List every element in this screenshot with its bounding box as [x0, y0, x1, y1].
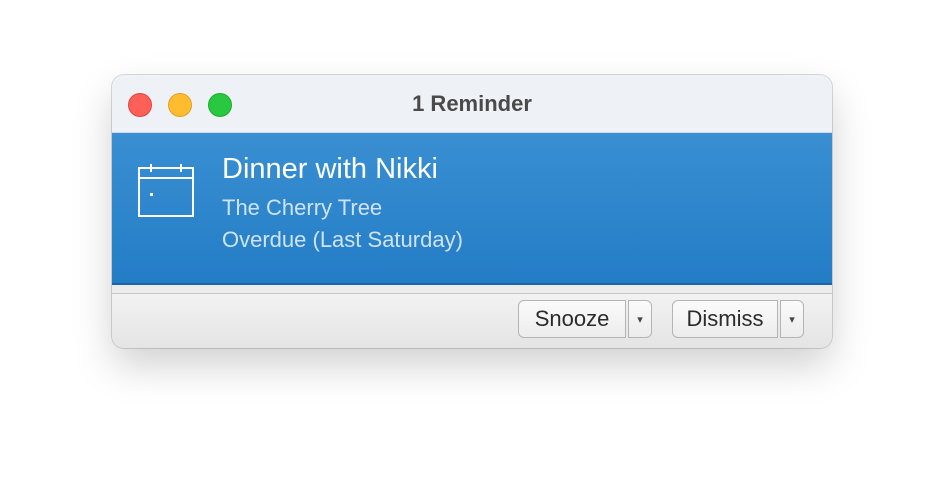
reminder-title: Dinner with Nikki — [222, 153, 438, 185]
dismiss-button-group: Dismiss ▾ — [672, 300, 804, 338]
snooze-button[interactable]: Snooze — [518, 300, 626, 338]
window-title: 1 Reminder — [412, 91, 532, 116]
calendar-icon — [138, 164, 194, 217]
reminder-location: The Cherry Tree — [222, 195, 383, 220]
title-bar[interactable]: 1 Reminder — [112, 75, 832, 133]
dismiss-dropdown-arrow-icon[interactable]: ▾ — [780, 300, 804, 338]
action-bar: Snooze ▾ Dismiss ▾ — [112, 293, 832, 348]
snooze-dropdown-arrow-icon[interactable]: ▾ — [628, 300, 652, 338]
reminder-item[interactable]: Dinner with Nikki The Cherry Tree Overdu… — [112, 133, 832, 285]
snooze-button-group: Snooze ▾ — [518, 300, 652, 338]
dismiss-button[interactable]: Dismiss — [672, 300, 778, 338]
reminder-due-status: Overdue (Last Saturday) — [222, 227, 463, 252]
reminder-window: 1 Reminder Dinner with Nikki The Cherry … — [112, 75, 832, 348]
